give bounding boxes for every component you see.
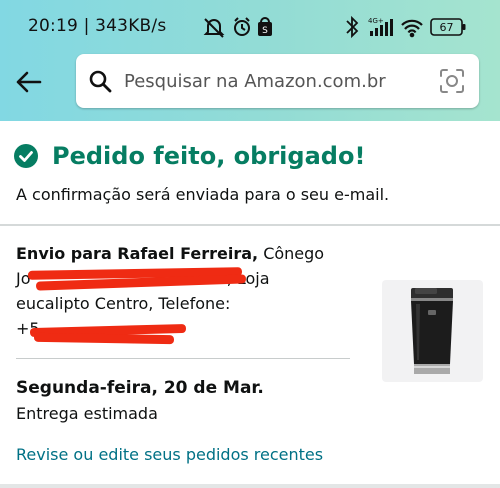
battery-icon: 67 [430,18,466,36]
network-label: 4G+ [368,17,384,25]
search-icon[interactable] [88,69,112,93]
redaction-mark [33,332,175,345]
bell-off-icon [203,18,225,38]
delivery-estimate-label: Entrega estimada [16,404,158,423]
camera-scan-icon[interactable] [438,67,466,95]
tumbler-image [411,288,453,374]
address-line: eucalipto Centro, Telefone: [16,291,336,316]
back-arrow-icon[interactable] [10,62,50,102]
status-bar: 20:19 | 343KB/s S 4G+ 67 [0,0,500,50]
bluetooth-icon [346,15,359,39]
signal-icon: 4G+ [368,17,393,36]
check-circle-icon [14,144,38,168]
network-speed: | 343KB/s [83,16,167,36]
wifi-icon [401,19,423,38]
address-text: eucalipto Centro, Telefone: [16,294,231,313]
order-confirmed-title: Pedido feito, obrigado! [52,142,366,170]
divider [0,484,500,488]
address-line: Envio para Rafael Ferreira, Cônego [16,241,336,266]
status-time-speed: 20:19 | 343KB/s [28,16,166,36]
divider [0,224,500,226]
alarm-icon [234,17,250,36]
address-text: Cônego [263,244,325,263]
review-orders-link[interactable]: Revise ou edite seus pedidos recentes [16,445,323,464]
status-notification-icons: S [203,17,272,38]
search-input[interactable] [124,62,424,100]
product-thumbnail[interactable] [382,280,483,382]
divider [16,358,350,359]
svg-text:S: S [262,26,268,36]
delivery-date: Segunda-feira, 20 de Mar. [16,378,264,398]
shopping-bag-icon: S [258,17,272,36]
battery-level: 67 [440,21,454,34]
status-system-icons: 4G+ 67 [346,15,466,39]
confirmation-message: A confirmação será enviada para o seu e-… [16,185,390,204]
search-bar[interactable] [76,54,479,108]
status-time: 20:19 [28,16,78,36]
shipping-recipient: Envio para Rafael Ferreira, [16,244,259,263]
app-header: 20:19 | 343KB/s S 4G+ 67 Pesquisar na Am… [0,0,500,121]
